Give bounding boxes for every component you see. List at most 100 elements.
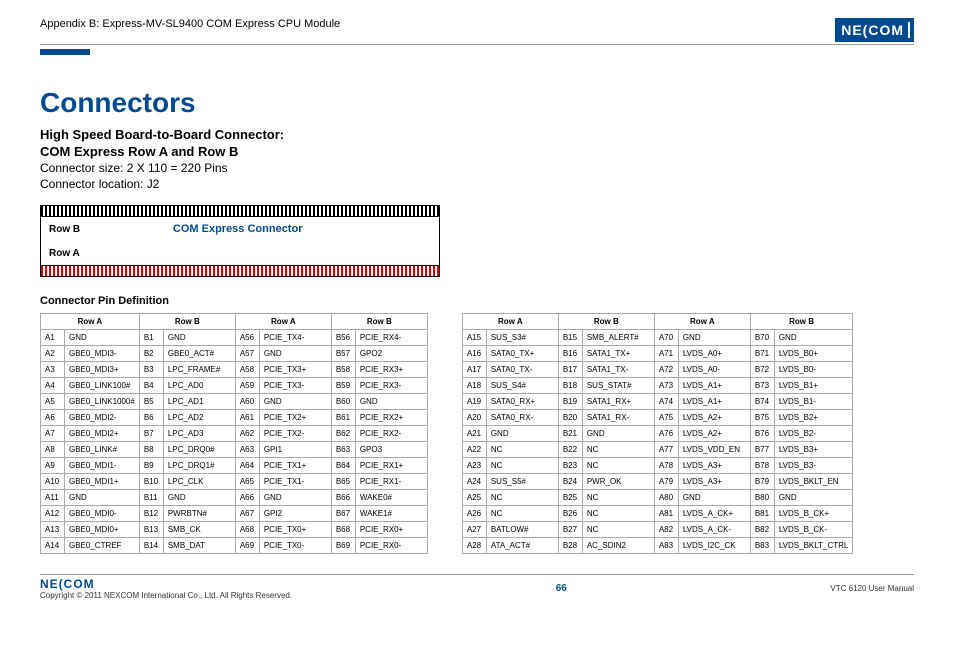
pin-cell: PCIE_TX0+ [259, 522, 331, 538]
pin-cell: PCIE_TX2- [259, 426, 331, 442]
pin-cell: SMB_DAT [163, 538, 235, 554]
pin-cell: SMB_ALERT# [582, 330, 654, 346]
pin-cell: B59 [331, 378, 355, 394]
pin-cell: B13 [139, 522, 163, 538]
pin-cell: LVDS_BKLT_EN [774, 474, 853, 490]
pin-cell: A65 [235, 474, 259, 490]
pin-cell: LVDS_A3+ [678, 474, 750, 490]
pin-cell: GBE0_ACT# [163, 346, 235, 362]
pin-cell: WAKE0# [355, 490, 427, 506]
pin-cell: B15 [558, 330, 582, 346]
pin-cell: PCIE_RX3- [355, 378, 427, 394]
copyright: Copyright © 2011 NEXCOM International Co… [40, 591, 292, 600]
pin-cell: B67 [331, 506, 355, 522]
pin-cell: A82 [654, 522, 678, 538]
rowa-label: Row A [49, 248, 431, 259]
pin-cell: A77 [654, 442, 678, 458]
pin-cell: B71 [750, 346, 774, 362]
pin-cell: SATA0_RX- [486, 410, 558, 426]
pin-cell: B16 [558, 346, 582, 362]
pin-cell: GBE0_MDI2- [65, 410, 140, 426]
pin-cell: LPC_FRAME# [163, 362, 235, 378]
pin-cell: A6 [41, 410, 65, 426]
table-row: A11GNDB11GNDA66GNDB66WAKE0# [41, 490, 428, 506]
pin-cell: A79 [654, 474, 678, 490]
pin-cell: GND [678, 330, 750, 346]
pin-cell: B75 [750, 410, 774, 426]
pin-cell: B68 [331, 522, 355, 538]
pin-cell: SUS_S4# [486, 378, 558, 394]
pin-cell: BATLOW# [486, 522, 558, 538]
pin-cell: B25 [558, 490, 582, 506]
pin-cell: PCIE_TX1+ [259, 458, 331, 474]
pin-cell: A73 [654, 378, 678, 394]
pin-cell: SUS_S3# [486, 330, 558, 346]
connector-diagram: Row B COM Express Connector Row A [40, 205, 440, 277]
pin-cell: GBE0_LINK100# [65, 378, 140, 394]
table-row: A24SUS_S5#B24PWR_OKA79LVDS_A3+B79LVDS_BK… [462, 474, 853, 490]
table-row: A2GBE0_MDI3-B2GBE0_ACT#A57GNDB57GPO2 [41, 346, 428, 362]
pin-cell: B24 [558, 474, 582, 490]
pin-cell: LVDS_BKLT_CTRL [774, 538, 853, 554]
pin-cell: A16 [462, 346, 486, 362]
table-row: A18SUS_S4#B18SUS_STAT#A73LVDS_A1+B73LVDS… [462, 378, 853, 394]
pin-cell: B58 [331, 362, 355, 378]
pin-cell: B1 [139, 330, 163, 346]
pin-cell: LVDS_B3- [774, 458, 853, 474]
pin-cell: A69 [235, 538, 259, 554]
pin-cell: A9 [41, 458, 65, 474]
pin-cell: A75 [654, 410, 678, 426]
pin-cell: LPC_AD3 [163, 426, 235, 442]
pin-cell: PCIE_RX3+ [355, 362, 427, 378]
pin-cell: B74 [750, 394, 774, 410]
table-row: A25NCB25NCA80GNDB80GND [462, 490, 853, 506]
col-header-rowa: Row A [654, 314, 750, 330]
pin-cell: PCIE_RX1- [355, 474, 427, 490]
pin-cell: A81 [654, 506, 678, 522]
page-header: Appendix B: Express-MV-SL9400 COM Expres… [40, 18, 914, 45]
pin-cell: A83 [654, 538, 678, 554]
appendix-title: Appendix B: Express-MV-SL9400 COM Expres… [40, 18, 340, 30]
express-label: COM Express Connector [173, 223, 303, 235]
pin-cell: PWR_OK [582, 474, 654, 490]
pin-cell: B56 [331, 330, 355, 346]
table-row: A15SUS_S3#B15SMB_ALERT#A70GNDB70GND [462, 330, 853, 346]
pin-cell: LVDS_B0- [774, 362, 853, 378]
pin-cell: A18 [462, 378, 486, 394]
pin-cell: A17 [462, 362, 486, 378]
pin-cell: GND [582, 426, 654, 442]
pin-cell: SUS_STAT# [582, 378, 654, 394]
pin-cell: NC [486, 458, 558, 474]
pin-cell: GBE0_MDI1+ [65, 474, 140, 490]
pin-cell: B65 [331, 474, 355, 490]
table-row: A3GBE0_MDI3+B3LPC_FRAME#A58PCIE_TX3+B58P… [41, 362, 428, 378]
pin-cell: LVDS_B3+ [774, 442, 853, 458]
pin-table-right: Row ARow BRow ARow BA15SUS_S3#B15SMB_ALE… [462, 313, 854, 554]
pin-cell: WAKE1# [355, 506, 427, 522]
pin-cell: A27 [462, 522, 486, 538]
pin-cell: NC [486, 442, 558, 458]
pin-cell: B61 [331, 410, 355, 426]
pin-cell: B64 [331, 458, 355, 474]
pin-cell: A12 [41, 506, 65, 522]
pin-cell: B9 [139, 458, 163, 474]
pin-cell: SATA1_TX- [582, 362, 654, 378]
pin-cell: B73 [750, 378, 774, 394]
pin-cell: GBE0_MDI1- [65, 458, 140, 474]
page-title: Connectors [40, 87, 914, 119]
pin-cell: LVDS_A0- [678, 362, 750, 378]
pin-cell: B5 [139, 394, 163, 410]
pin-cell: A19 [462, 394, 486, 410]
connector-size: Connector size: 2 X 110 = 220 Pins [40, 161, 914, 175]
pin-cell: LVDS_A_CK- [678, 522, 750, 538]
pin-cell: GPO3 [355, 442, 427, 458]
pin-cell: A26 [462, 506, 486, 522]
pin-cell: LVDS_I2C_CK [678, 538, 750, 554]
table-row: A1GNDB1GNDA56PCIE_TX4-B56PCIE_RX4- [41, 330, 428, 346]
pin-cell: LPC_AD1 [163, 394, 235, 410]
pin-cell: GPO2 [355, 346, 427, 362]
pin-cell: A72 [654, 362, 678, 378]
pin-cell: GND [486, 426, 558, 442]
pin-cell: A63 [235, 442, 259, 458]
table-row: A5GBE0_LINK1000#B5LPC_AD1A60GNDB60GND [41, 394, 428, 410]
